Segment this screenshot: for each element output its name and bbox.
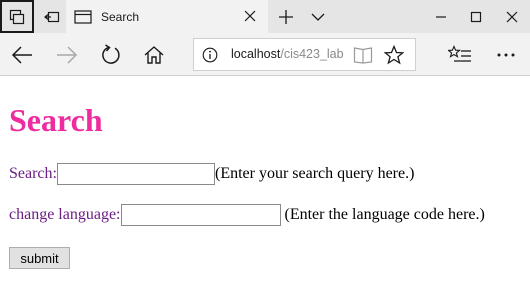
close-icon: [244, 10, 256, 22]
info-icon[interactable]: [202, 47, 218, 63]
new-tab-button[interactable]: [268, 0, 303, 33]
search-label: Search:: [9, 165, 57, 182]
search-hint: (Enter your search query here.): [214, 165, 415, 182]
forward-arrow-icon: [57, 46, 78, 64]
refresh-button[interactable]: [93, 37, 129, 73]
chevron-down-icon: [311, 13, 324, 21]
maximize-icon: [470, 11, 482, 22]
tab-title: Search: [101, 9, 140, 24]
tab-list-button[interactable]: [300, 0, 335, 33]
maximize-button[interactable]: [458, 0, 494, 33]
back-arrow-icon: [11, 46, 32, 64]
url-host: localhost: [231, 47, 281, 61]
page-icon: [72, 0, 94, 33]
url-text[interactable]: localhost/cis423_lab: [231, 47, 351, 64]
address-bar[interactable]: localhost/cis423_lab: [193, 38, 416, 71]
plus-icon: [278, 9, 293, 24]
refresh-icon: [102, 44, 120, 64]
more-button[interactable]: [488, 37, 524, 73]
favorites-hub-button[interactable]: [442, 37, 478, 73]
navigation-bar: localhost/cis423_lab: [0, 33, 530, 76]
tabs-aside-button[interactable]: [0, 0, 34, 33]
tab-search[interactable]: Search: [66, 0, 268, 33]
language-row: change language: (Enter the language cod…: [9, 204, 485, 226]
page-content: Search Search: (Enter your search query …: [0, 77, 530, 299]
title-bar: Search: [0, 0, 530, 33]
favorites-hub-icon: [448, 45, 471, 62]
show-tabs-aside-button[interactable]: [34, 0, 69, 33]
more-icon: [497, 53, 515, 57]
page-title: Search: [9, 102, 103, 138]
reading-view-icon[interactable]: [353, 46, 373, 64]
language-input[interactable]: [120, 204, 281, 226]
star-icon[interactable]: [383, 44, 405, 65]
home-button[interactable]: [136, 37, 172, 73]
back-button[interactable]: [4, 37, 40, 73]
close-tab-button[interactable]: [242, 8, 258, 24]
minimize-icon: [435, 15, 446, 18]
language-label: change language:: [9, 206, 121, 223]
tabs-aside-icon: [9, 9, 25, 24]
home-icon: [144, 46, 164, 64]
show-tabs-aside-icon: [43, 11, 59, 22]
close-window-button[interactable]: [494, 0, 530, 33]
language-hint: (Enter the language code here.): [284, 206, 485, 223]
minimize-button[interactable]: [423, 0, 458, 33]
submit-button[interactable]: submit: [9, 247, 70, 269]
forward-button[interactable]: [49, 37, 85, 73]
search-row: Search: (Enter your search query here.): [9, 163, 414, 185]
close-icon: [506, 11, 518, 22]
url-path: /cis423_lab: [280, 47, 344, 61]
search-input[interactable]: [56, 163, 215, 185]
